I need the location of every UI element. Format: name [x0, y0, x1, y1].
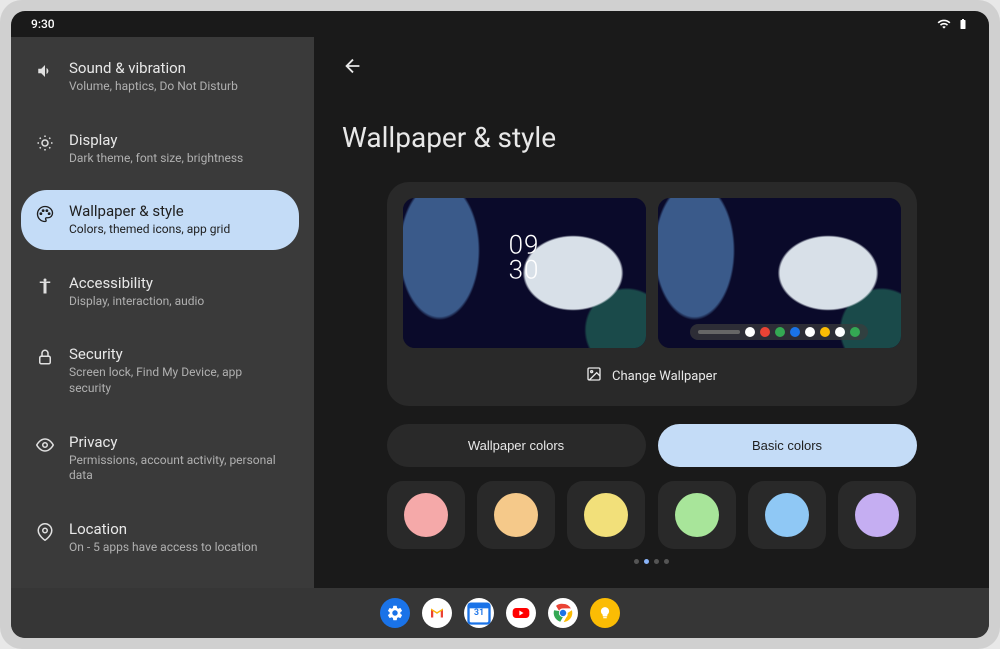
taskbar-calendar-icon[interactable]: 31	[464, 598, 494, 628]
taskbar-chrome-icon[interactable]	[548, 598, 578, 628]
eye-icon	[35, 435, 55, 455]
screen: 9:30 Sound & vibration Volume, haptics, …	[11, 11, 989, 638]
sidebar-item-subtitle: Volume, haptics, Do Not Disturb	[69, 79, 238, 95]
sidebar-item-label: Accessibility	[69, 274, 204, 292]
lock-icon	[35, 347, 55, 367]
change-wallpaper-label: Change Wallpaper	[612, 369, 717, 384]
sidebar-item-label: Location	[69, 520, 258, 538]
tab-basic-colors[interactable]: Basic colors	[658, 424, 917, 467]
sidebar-item-sound[interactable]: Sound & vibration Volume, haptics, Do No…	[21, 47, 299, 107]
color-swatches	[387, 481, 917, 549]
status-bar: 9:30	[11, 11, 989, 37]
sidebar-item-privacy[interactable]: Privacy Permissions, account activity, p…	[21, 421, 299, 496]
sidebar-item-subtitle: Display, interaction, audio	[69, 294, 204, 310]
color-swatch-yellow[interactable]	[567, 481, 645, 549]
color-tabs: Wallpaper colors Basic colors	[387, 424, 917, 467]
status-time: 9:30	[31, 17, 55, 31]
color-swatch-purple[interactable]	[838, 481, 916, 549]
sidebar-item-label: Security	[69, 345, 285, 363]
wallpaper-preview-card: 09 30	[387, 182, 917, 406]
sidebar-item-accessibility[interactable]: Accessibility Display, interaction, audi…	[21, 262, 299, 322]
palette-icon	[35, 204, 55, 224]
taskbar: 31	[11, 588, 989, 638]
sidebar-item-subtitle: Screen lock, Find My Device, app securit…	[69, 365, 285, 396]
sidebar-item-wallpaper[interactable]: Wallpaper & style Colors, themed icons, …	[21, 190, 299, 250]
lock-screen-clock: 09 30	[509, 233, 540, 282]
sidebar-item-label: Display	[69, 131, 243, 149]
sidebar-item-location[interactable]: Location On - 5 apps have access to loca…	[21, 508, 299, 568]
image-icon	[586, 366, 602, 386]
sidebar-item-passwords[interactable]: Passwords & accounts Saved passwords, au…	[21, 579, 299, 588]
battery-icon	[957, 17, 969, 31]
taskbar-settings-icon[interactable]	[380, 598, 410, 628]
lock-screen-preview[interactable]: 09 30	[403, 198, 646, 348]
color-swatch-blue[interactable]	[748, 481, 826, 549]
color-swatch-pink[interactable]	[387, 481, 465, 549]
sidebar-item-display[interactable]: Display Dark theme, font size, brightnes…	[21, 119, 299, 179]
sidebar-item-subtitle: Permissions, account activity, personal …	[69, 453, 285, 484]
status-icons	[937, 17, 969, 31]
wifi-icon	[937, 17, 951, 31]
sidebar-item-subtitle: Dark theme, font size, brightness	[69, 151, 243, 167]
device-frame: 9:30 Sound & vibration Volume, haptics, …	[0, 0, 1000, 649]
volume-icon	[35, 61, 55, 81]
taskbar-gmail-icon[interactable]	[422, 598, 452, 628]
color-swatch-green[interactable]	[658, 481, 736, 549]
change-wallpaper-button[interactable]: Change Wallpaper	[403, 362, 901, 390]
back-button[interactable]	[342, 55, 364, 81]
sidebar-item-subtitle: On - 5 apps have access to location	[69, 540, 258, 556]
tab-wallpaper-colors[interactable]: Wallpaper colors	[387, 424, 646, 467]
sidebar-item-label: Wallpaper & style	[69, 202, 230, 220]
home-dock-preview	[690, 324, 868, 340]
color-swatch-orange[interactable]	[477, 481, 555, 549]
page-indicator	[342, 559, 961, 564]
page-title: Wallpaper & style	[342, 121, 961, 154]
brightness-icon	[35, 133, 55, 153]
settings-sidebar: Sound & vibration Volume, haptics, Do No…	[11, 37, 314, 588]
main-panel: Wallpaper & style 09 30	[314, 37, 989, 588]
sidebar-item-security[interactable]: Security Screen lock, Find My Device, ap…	[21, 333, 299, 408]
calendar-day: 31	[474, 608, 484, 618]
location-icon	[35, 522, 55, 542]
sidebar-item-label: Privacy	[69, 433, 285, 451]
taskbar-youtube-icon[interactable]	[506, 598, 536, 628]
accessibility-icon	[35, 276, 55, 296]
sidebar-item-label: Sound & vibration	[69, 59, 238, 77]
body-area: Sound & vibration Volume, haptics, Do No…	[11, 37, 989, 588]
sidebar-item-subtitle: Colors, themed icons, app grid	[69, 222, 230, 238]
home-screen-preview[interactable]	[658, 198, 901, 348]
taskbar-keep-icon[interactable]	[590, 598, 620, 628]
